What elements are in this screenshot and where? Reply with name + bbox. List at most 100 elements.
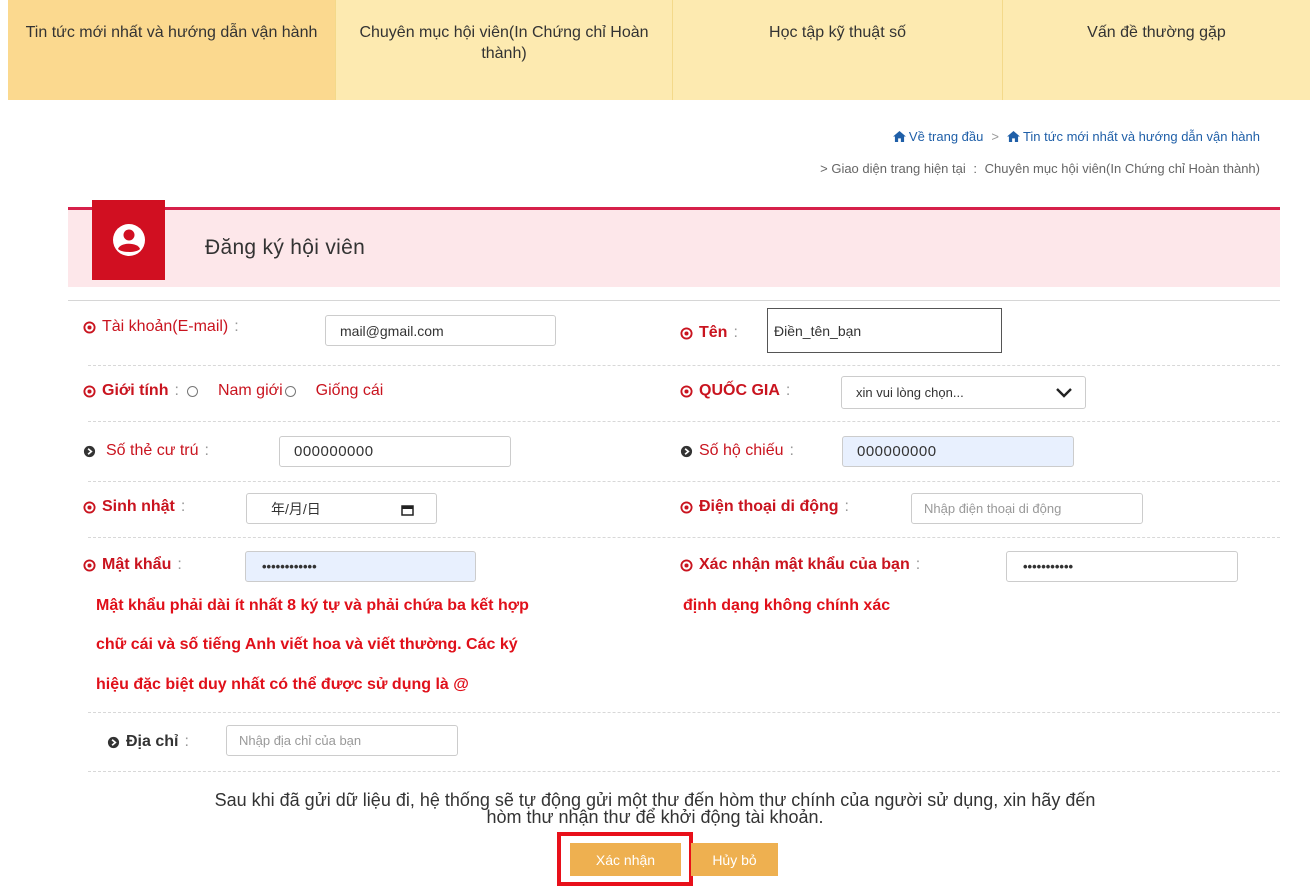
colon: : — [204, 442, 209, 459]
breadcrumb-colon: : — [973, 161, 978, 176]
colon: : — [789, 442, 794, 459]
breadcrumb-home-link[interactable]: Về trang đầu — [909, 129, 983, 144]
birthday-date-input[interactable]: 年/月/日 — [246, 493, 437, 524]
password-label-text: Mật khẩu — [102, 556, 172, 573]
phone-label: Điện thoại di động: — [680, 498, 849, 516]
home-icon — [1007, 131, 1020, 142]
breadcrumb-current: > Giao diện trang hiện tại : Chuyên mục … — [820, 161, 1260, 176]
tab-news-label: Tin tức mới nhất và hướng dẫn vận hành — [25, 24, 318, 41]
breadcrumb-news-link[interactable]: Tin tức mới nhất và hướng dẫn vận hành — [1023, 129, 1260, 144]
tab-member[interactable]: Chuyên mục hội viên(In Chứng chỉ Hoàn th… — [336, 0, 673, 100]
name-field[interactable]: Điền_tên_bạn — [767, 308, 1002, 353]
gender-label: Giới tính: Nam giới Giống cái — [83, 382, 383, 400]
gender-label-text: Giới tính — [102, 382, 169, 399]
password-error-line-3: hiệu đặc biệt duy nhất có thể được sử dụ… — [96, 676, 469, 693]
divider — [68, 300, 1280, 301]
passport-field[interactable]: 000000000 — [842, 436, 1074, 467]
required-dot-icon — [680, 384, 693, 398]
row-divider — [88, 365, 1280, 366]
required-dot-icon — [83, 384, 96, 398]
password-error-line-2: chữ cái và số tiếng Anh viết hoa và viết… — [96, 636, 518, 653]
required-dot-icon — [83, 558, 96, 572]
tab-faq-label: Vấn đề thường gặp — [1087, 24, 1226, 41]
colon: : — [733, 324, 738, 341]
country-select[interactable]: xin vui lòng chọn... — [841, 376, 1086, 409]
colon: : — [785, 382, 791, 399]
row-divider — [88, 771, 1280, 772]
residence-label: Số thẻ cư trú: — [83, 442, 209, 460]
confirm-password-label: Xác nhận mật khẩu của bạn: — [680, 556, 920, 574]
required-dot-icon — [680, 558, 693, 572]
arrow-dot-icon — [680, 445, 693, 457]
gender-radio-female[interactable] — [284, 385, 296, 397]
chevron-down-icon — [1056, 388, 1072, 398]
breadcrumb-separator: > — [991, 129, 999, 144]
birthday-label-text: Sinh nhật — [102, 498, 175, 515]
row-divider — [88, 421, 1280, 422]
colon: : — [234, 318, 239, 335]
passport-label: Số hộ chiếu: — [680, 442, 794, 460]
colon: : — [177, 556, 182, 573]
account-label: Tài khoản(E-mail): — [83, 318, 239, 336]
tab-digital-learning[interactable]: Học tập kỹ thuật số — [673, 0, 1003, 100]
name-label-text: Tên — [699, 324, 728, 341]
arrow-dot-icon — [107, 736, 120, 748]
required-dot-icon — [680, 326, 693, 340]
cancel-button[interactable]: Hủy bỏ — [691, 843, 778, 876]
account-label-text: Tài khoản(E-mail) — [102, 318, 229, 335]
top-nav: Tin tức mới nhất và hướng dẫn vận hành C… — [8, 0, 1310, 100]
confirm-button[interactable]: Xác nhận — [570, 843, 681, 876]
colon: : — [844, 498, 849, 515]
password-label: Mật khẩu: — [83, 556, 182, 574]
calendar-icon — [401, 505, 414, 516]
country-label: QUỐC GIA: — [680, 382, 790, 400]
address-field[interactable]: Nhập địa chỉ của bạn — [226, 725, 458, 756]
phone-label-text: Điện thoại di động — [699, 498, 839, 515]
breadcrumb-current-prefix: > Giao diện trang hiện tại — [820, 161, 966, 176]
confirm-password-label-text: Xác nhận mật khẩu của bạn — [699, 556, 910, 573]
address-label: Địa chỉ: — [107, 733, 189, 751]
tab-faq[interactable]: Vấn đề thường gặp — [1003, 0, 1310, 100]
password-field[interactable]: •••••••••••• — [245, 551, 476, 582]
name-label: Tên: — [680, 324, 738, 342]
colon: : — [184, 733, 189, 750]
birthday-value: 年/月/日 — [271, 500, 321, 517]
panel-title: Đăng ký hội viên — [205, 236, 366, 259]
arrow-dot-icon — [83, 445, 96, 457]
passport-label-text: Số hộ chiếu — [699, 442, 784, 459]
residence-card-field[interactable]: 000000000 — [279, 436, 511, 467]
gender-radio-male[interactable] — [186, 385, 198, 397]
panel-header: Đăng ký hội viên — [68, 200, 1280, 287]
home-icon — [892, 131, 906, 142]
country-label-text: QUỐC GIA — [699, 382, 780, 399]
required-dot-icon — [83, 320, 96, 334]
colon: : — [180, 498, 186, 515]
colon: : — [174, 382, 179, 399]
row-divider — [88, 537, 1280, 538]
user-circle-icon — [112, 224, 145, 256]
confirm-password-error: định dạng không chính xác — [683, 597, 891, 614]
required-dot-icon — [680, 500, 693, 514]
notice-line-2: hòm thư nhận thư để khởi động tài khoản. — [486, 807, 824, 827]
colon: : — [915, 556, 921, 573]
panel-badge — [92, 200, 165, 280]
residence-label-text: Số thẻ cư trú — [106, 442, 199, 459]
email-field[interactable]: mail@gmail.com — [325, 315, 556, 346]
breadcrumb: Về trang đầu > Tin tức mới nhất và hướng d… — [892, 129, 1260, 144]
phone-field[interactable]: Nhập điện thoại di động — [911, 493, 1143, 524]
password-error-line-1: Mật khẩu phải dài ít nhất 8 ký tự và phả… — [96, 597, 529, 614]
gender-option-male[interactable]: Nam giới — [218, 382, 283, 400]
breadcrumb-current-page: Chuyên mục hội viên(In Chứng chỉ Hoàn th… — [984, 161, 1260, 176]
country-select-value: xin vui lòng chọn... — [856, 385, 964, 400]
tab-member-label: Chuyên mục hội viên(In Chứng chỉ Hoàn th… — [359, 24, 649, 62]
row-divider — [88, 712, 1280, 713]
row-divider — [88, 481, 1280, 482]
tab-news[interactable]: Tin tức mới nhất và hướng dẫn vận hành — [8, 0, 336, 100]
required-dot-icon — [83, 500, 96, 514]
birthday-label: Sinh nhật: — [83, 498, 185, 516]
confirm-password-field[interactable]: ••••••••••• — [1006, 551, 1238, 582]
activation-notice: Sau khi đã gửi dữ liệu đi, hệ thống sẽ t… — [0, 791, 1310, 827]
tab-digital-learning-label: Học tập kỹ thuật số — [769, 24, 906, 41]
gender-option-female[interactable]: Giống cái — [316, 382, 384, 400]
address-label-text: Địa chỉ — [126, 733, 179, 750]
